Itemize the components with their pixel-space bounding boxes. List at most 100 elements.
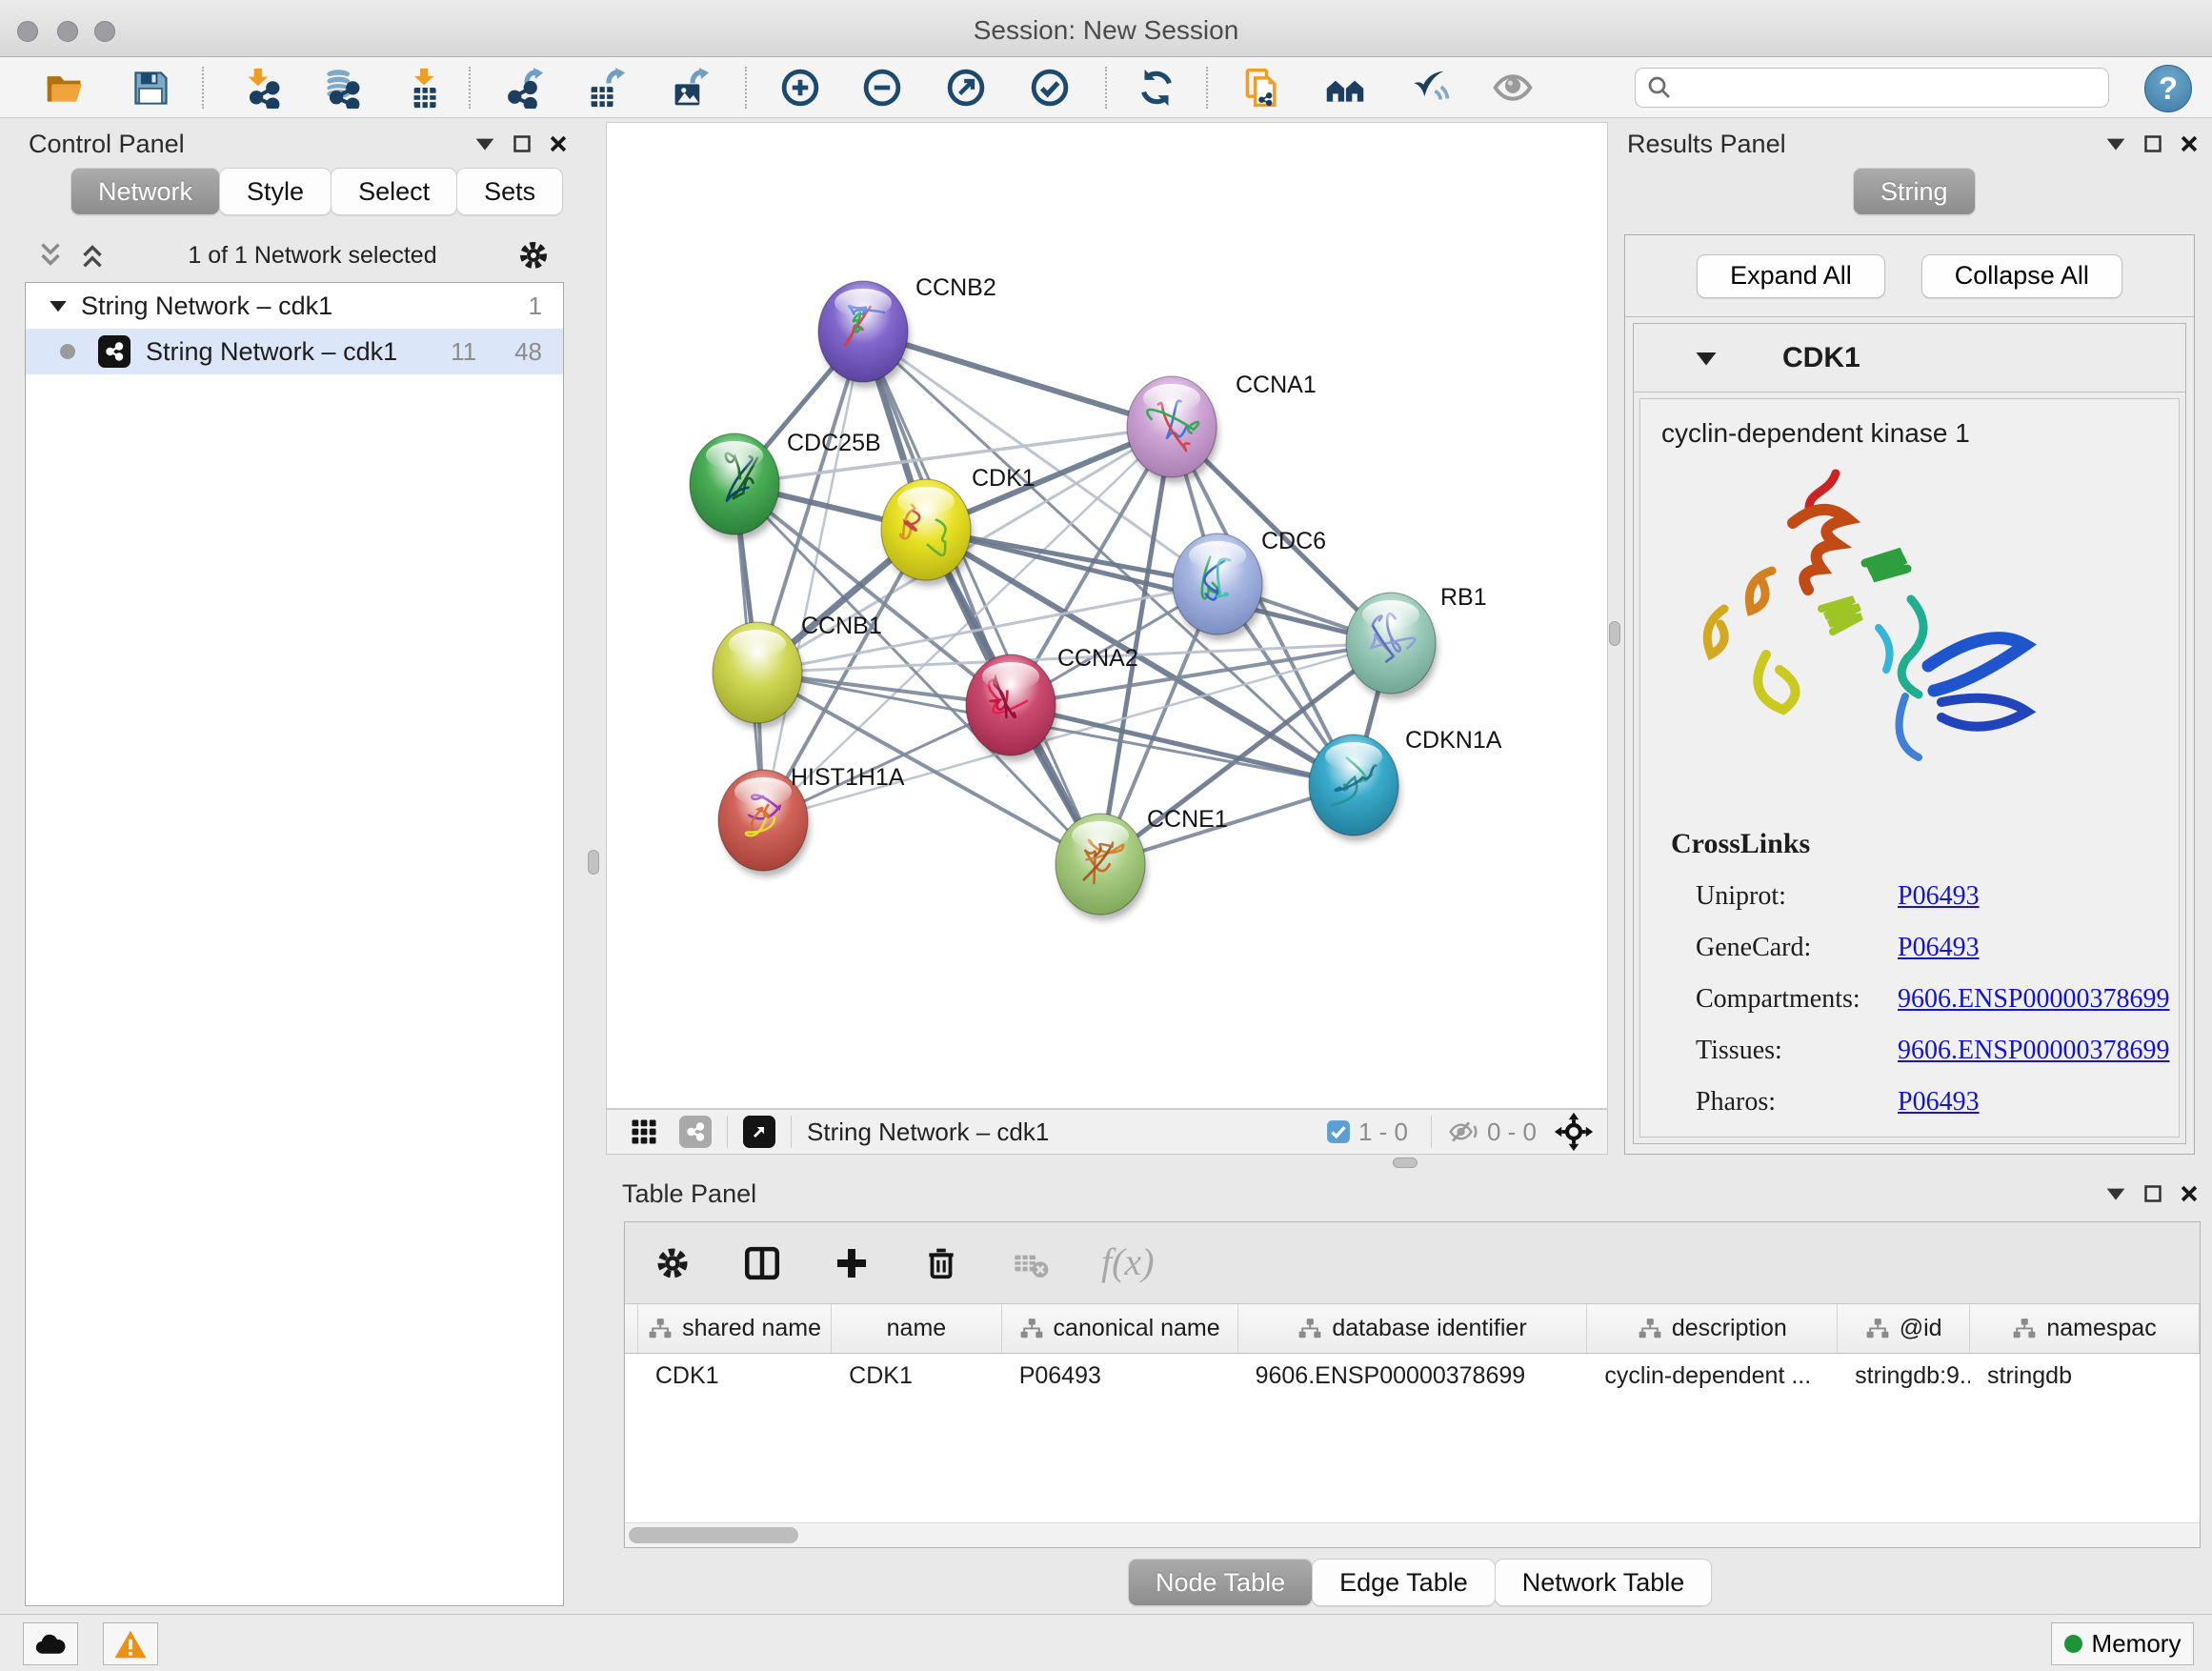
column-header-database-identifier[interactable]: database identifier <box>1238 1304 1588 1353</box>
panel-menu-icon[interactable] <box>474 136 495 151</box>
table-cell[interactable]: CDK1 <box>832 1354 1002 1398</box>
export-table-button[interactable] <box>583 63 633 112</box>
table-cell[interactable]: 9606.ENSP00000378699 <box>1238 1354 1588 1398</box>
export-network-button[interactable] <box>501 63 551 112</box>
table-cell[interactable]: P06493 <box>1002 1354 1238 1398</box>
import-database-button[interactable] <box>316 63 366 112</box>
help-button[interactable]: ? <box>2144 65 2192 112</box>
node-CCNB1[interactable]: CCNB1 <box>713 613 882 729</box>
collapse-all-tree-icon[interactable] <box>34 239 67 272</box>
tab-style[interactable]: Style <box>219 168 332 215</box>
node-RB1[interactable]: RB1 <box>1346 584 1487 699</box>
section-expander-icon[interactable] <box>1695 350 1718 367</box>
table-cell[interactable]: cyclin-dependent ... <box>1587 1354 1838 1398</box>
save-session-button[interactable] <box>126 63 175 112</box>
column-header-name[interactable]: name <box>832 1304 1001 1353</box>
cloud-status-button[interactable] <box>23 1622 78 1665</box>
scrollbar-thumb[interactable] <box>629 1527 798 1543</box>
expand-all-button[interactable]: Expand All <box>1697 254 1885 298</box>
crosslink-link[interactable]: P06493 <box>1898 1087 1980 1117</box>
panel-float-icon[interactable] <box>2143 1184 2162 1203</box>
crosslink-link[interactable]: 9606.ENSP00000378699 <box>1898 984 2169 1015</box>
zoom-out-button[interactable] <box>857 63 907 112</box>
column-header-namespac[interactable]: namespac <box>1970 1304 2200 1353</box>
edge-CCNB2-CCNA1[interactable] <box>863 332 1172 427</box>
warnings-button[interactable] <box>103 1622 158 1665</box>
left-splitter-handle[interactable] <box>588 850 599 875</box>
selected-checkbox-icon[interactable] <box>1326 1119 1351 1144</box>
add-column-icon[interactable] <box>829 1240 875 1286</box>
tab-edge-table[interactable]: Edge Table <box>1312 1559 1496 1606</box>
panel-menu-icon[interactable] <box>2105 136 2126 151</box>
tab-node-table[interactable]: Node Table <box>1128 1559 1313 1606</box>
network-options-gear-icon[interactable] <box>516 238 551 272</box>
table-row[interactable]: CDK1CDK1P064939606.ENSP00000378699cyclin… <box>625 1354 2200 1398</box>
zoom-selected-button[interactable] <box>1025 63 1075 112</box>
tab-sets[interactable]: Sets <box>456 168 563 215</box>
search-box[interactable] <box>1635 68 2109 108</box>
node-HIST1H1A[interactable]: HIST1H1A <box>718 764 905 876</box>
collection-expander-icon[interactable] <box>49 298 68 313</box>
panel-close-icon[interactable] <box>2180 1184 2199 1203</box>
tab-network-table[interactable]: Network Table <box>1495 1559 1713 1606</box>
panel-float-icon[interactable] <box>513 134 532 153</box>
column-header-shared-name[interactable]: shared name <box>638 1304 832 1353</box>
show-hide-panel-button[interactable] <box>1488 63 1538 112</box>
table-cell[interactable]: CDK1 <box>638 1354 832 1398</box>
crosslink-link[interactable]: 9606.ENSP00000378699 <box>1898 1036 2169 1066</box>
tab-network[interactable]: Network <box>70 168 220 215</box>
edge-CCNA2-CDKN1A[interactable] <box>1011 705 1354 785</box>
network-row[interactable]: String Network – cdk1 11 48 <box>26 329 563 374</box>
column-header-canonical-name[interactable]: canonical name <box>1002 1304 1238 1353</box>
crosslink-link[interactable]: P06493 <box>1898 933 1980 963</box>
crosslink-link[interactable]: P06493 <box>1898 881 1980 912</box>
function-builder-icon[interactable]: f(x) <box>1097 1240 1179 1286</box>
search-icon <box>1645 73 1674 102</box>
birds-eye-view-icon[interactable] <box>630 1117 658 1146</box>
zoom-fit-button[interactable] <box>941 63 991 112</box>
delete-table-icon[interactable] <box>1008 1240 1054 1286</box>
open-session-button[interactable] <box>40 63 90 112</box>
fit-content-crosshair-icon[interactable] <box>1554 1112 1594 1152</box>
table-cell[interactable]: stringdb:9... <box>1838 1354 1970 1398</box>
node-CDKN1A[interactable]: CDKN1A <box>1309 727 1502 841</box>
node-CCNA2[interactable]: CCNA2 <box>966 645 1138 761</box>
panel-close-icon[interactable] <box>549 134 568 153</box>
open-in-window-icon[interactable] <box>743 1116 775 1148</box>
zoom-in-button[interactable] <box>775 63 825 112</box>
network-canvas[interactable]: CCNB2CCNA1CDC25BCDK1CDC6RB1CCNB1CCNA2CDK… <box>606 122 1608 1109</box>
memory-button[interactable]: Memory <box>2051 1622 2194 1665</box>
export-image-button[interactable] <box>667 63 716 112</box>
show-columns-icon[interactable] <box>739 1240 785 1286</box>
column-header--id[interactable]: @id <box>1838 1304 1970 1353</box>
tab-string[interactable]: String <box>1853 168 1976 215</box>
search-input[interactable] <box>1674 74 2083 102</box>
panel-menu-icon[interactable] <box>2105 1186 2126 1201</box>
node-CCNA1[interactable]: CCNA1 <box>1127 372 1317 483</box>
column-header-description[interactable]: description <box>1587 1304 1838 1353</box>
tab-select[interactable]: Select <box>331 168 457 215</box>
table-horizontal-scrollbar[interactable] <box>625 1522 2200 1547</box>
gene-section-header[interactable]: CDK1 <box>1634 324 2185 393</box>
table-cell[interactable]: stringdb <box>1970 1354 2200 1398</box>
table-settings-gear-icon[interactable] <box>650 1240 695 1286</box>
network-selection-status: 1 of 1 Network selected <box>109 242 516 270</box>
refresh-button[interactable] <box>1132 63 1181 112</box>
home-views-button[interactable] <box>1320 63 1370 112</box>
toggle-graphics-details-button[interactable] <box>1404 63 1454 112</box>
expand-all-tree-icon[interactable] <box>76 239 109 272</box>
network-collection-row[interactable]: String Network – cdk1 1 <box>26 283 563 329</box>
node-CDK1[interactable]: CDK1 <box>881 465 1036 586</box>
import-table-button[interactable] <box>400 63 450 112</box>
hidden-eye-icon[interactable] <box>1447 1117 1479 1146</box>
import-network-button[interactable] <box>236 63 286 112</box>
copy-documents-button[interactable] <box>1237 63 1287 112</box>
collapse-all-button[interactable]: Collapse All <box>1921 254 2122 298</box>
delete-column-trash-icon[interactable] <box>918 1240 964 1286</box>
panel-float-icon[interactable] <box>2143 134 2162 153</box>
panel-close-icon[interactable] <box>2180 134 2199 153</box>
node-CCNE1[interactable]: CCNE1 <box>1056 806 1228 920</box>
string-view-badge-icon[interactable] <box>679 1116 712 1148</box>
bottom-splitter-handle[interactable] <box>1393 1158 1418 1168</box>
control-panel-tabs: NetworkStyleSelectSets <box>71 168 563 215</box>
